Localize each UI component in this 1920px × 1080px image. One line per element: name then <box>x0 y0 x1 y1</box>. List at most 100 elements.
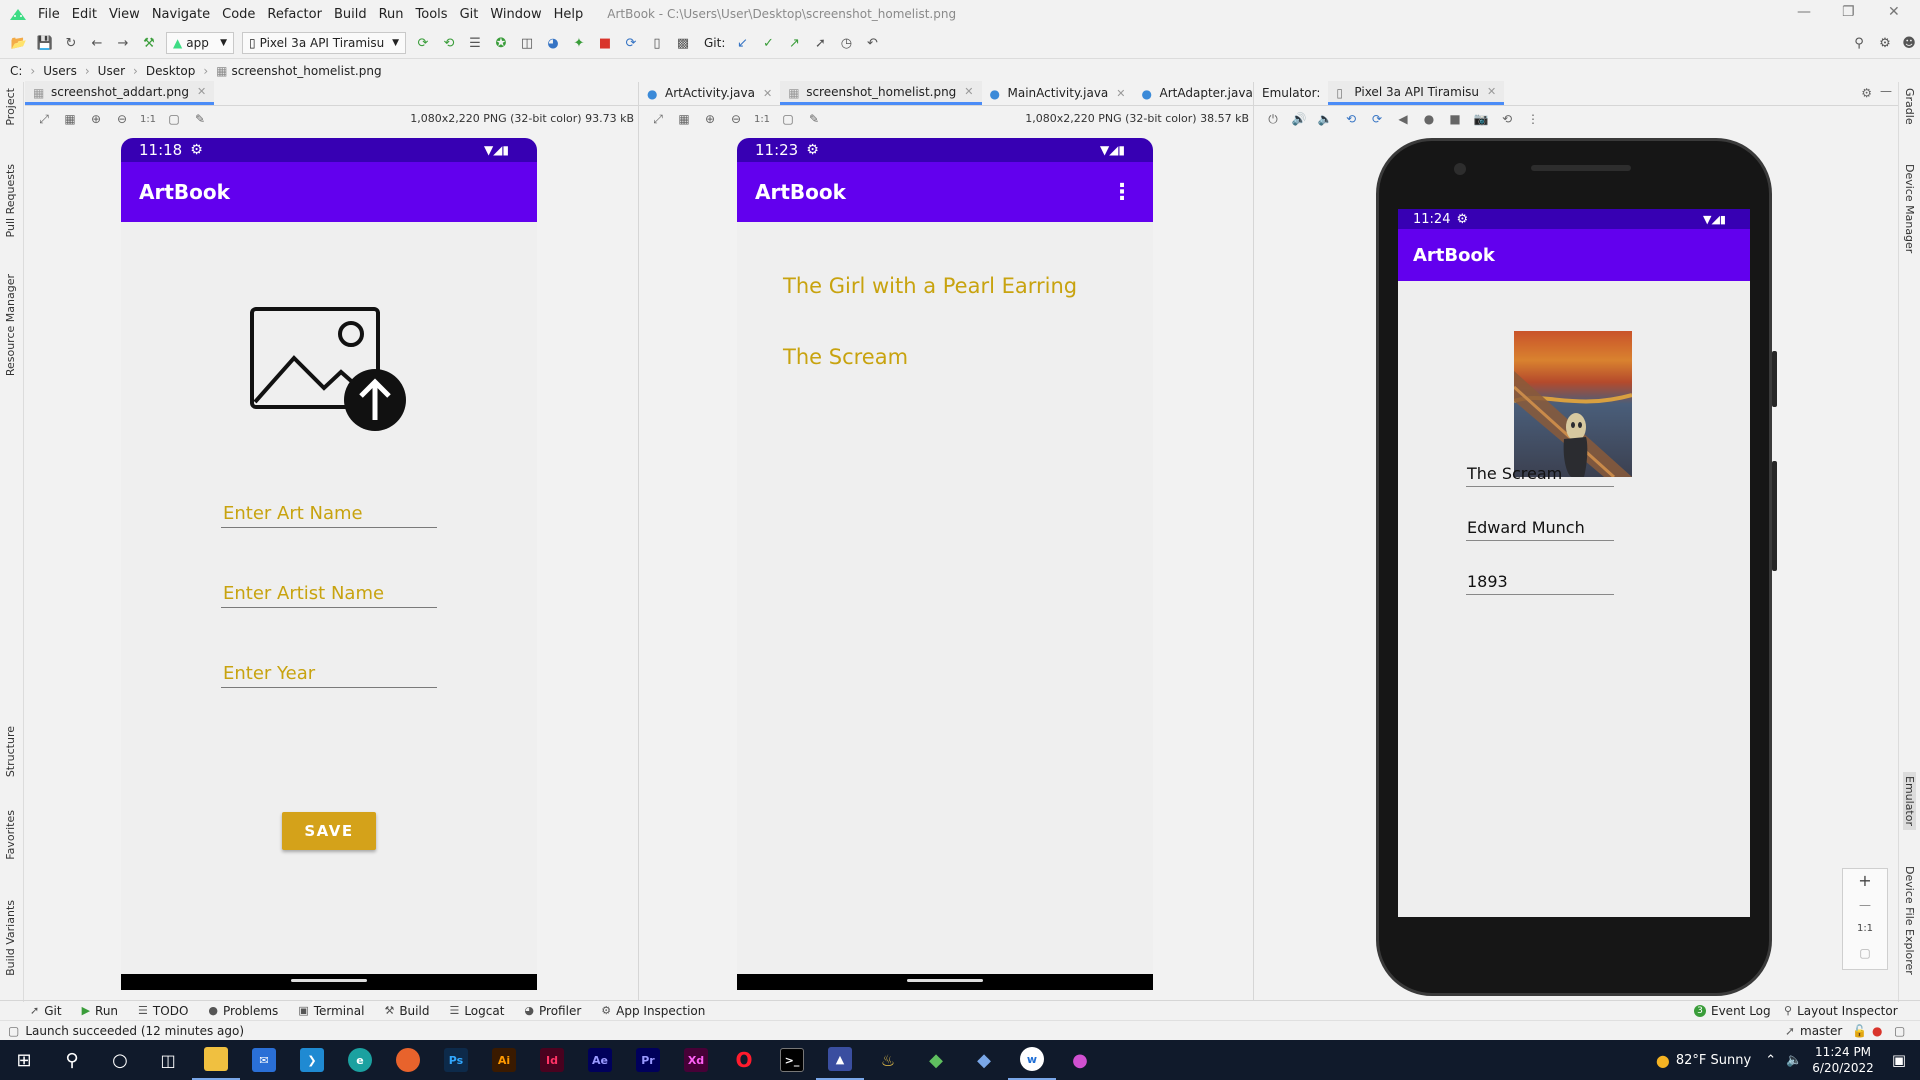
art-name-field[interactable]: Enter Art Name <box>221 496 437 528</box>
artist-name-field[interactable]: Enter Artist Name <box>221 576 437 608</box>
grid-icon[interactable]: ▦ <box>676 111 692 127</box>
taskbar-app-w[interactable]: w <box>1008 1040 1056 1080</box>
cortana-button[interactable]: ○ <box>96 1040 144 1080</box>
weather[interactable]: 82°F Sunny <box>1676 1053 1751 1068</box>
actual-size-icon[interactable]: 1:1 <box>754 111 770 127</box>
stripe-gradle[interactable]: Gradle <box>1903 88 1916 125</box>
status-message[interactable]: Launch succeeded (12 minutes ago) <box>25 1024 244 1038</box>
attach-debugger-icon[interactable]: ✦ <box>571 35 587 51</box>
fit-zoom-icon[interactable]: ⤢ <box>36 111 52 127</box>
taskbar-explorer[interactable] <box>192 1040 240 1080</box>
profile-icon[interactable]: ◕ <box>545 35 561 51</box>
lock-icon[interactable]: 🔓 <box>1852 1024 1867 1038</box>
zoom-out-button[interactable]: — <box>1843 893 1887 917</box>
taskbar-terminal[interactable]: >_ <box>768 1040 816 1080</box>
background-icon[interactable]: ▢ <box>780 111 796 127</box>
taskbar-android-studio[interactable]: ▲ <box>816 1040 864 1080</box>
overview-icon[interactable]: ■ <box>1447 111 1463 127</box>
actual-size-icon[interactable]: 1:1 <box>140 111 156 127</box>
close-tab-icon[interactable]: ✕ <box>1116 87 1125 100</box>
tool-todo[interactable]: ☰ TODO <box>138 1004 188 1018</box>
stripe-structure[interactable]: Structure <box>4 726 17 777</box>
minimize-icon[interactable]: — <box>1797 4 1811 20</box>
taskbar-vscode[interactable]: ❯ <box>288 1040 336 1080</box>
tab-screenshot-addart[interactable]: ▦ screenshot_addart.png ✕ <box>25 81 215 105</box>
tool-event-log[interactable]: 3 Event Log <box>1694 1004 1771 1018</box>
menu-code[interactable]: Code <box>222 7 255 22</box>
device-manager-icon[interactable]: ▯ <box>649 35 665 51</box>
menu-git[interactable]: Git <box>460 7 479 22</box>
search-icon[interactable]: ⚲ <box>1851 35 1867 51</box>
clock[interactable]: 11:24 PM 6/20/2022 <box>1812 1044 1874 1076</box>
zoom-in-button[interactable]: + <box>1843 869 1887 893</box>
taskbar-photoshop[interactable]: Ps <box>432 1040 480 1080</box>
memory-icon[interactable]: ▢ <box>1894 1024 1905 1038</box>
fit-zoom-icon[interactable]: ⤢ <box>650 111 666 127</box>
breadcrumb-user[interactable]: User <box>98 64 125 78</box>
settings-icon[interactable]: ⚙ <box>1861 86 1872 100</box>
close-icon[interactable]: ✕ <box>1888 4 1900 20</box>
rotate-left-icon[interactable]: ⟲ <box>1343 111 1359 127</box>
stripe-build-variants[interactable]: Build Variants <box>4 900 17 976</box>
menu-window[interactable]: Window <box>490 7 541 22</box>
tab-mainactivity[interactable]: ● MainActivity.java ✕ <box>982 81 1134 105</box>
forward-icon[interactable]: → <box>115 35 131 51</box>
menu-tools[interactable]: Tools <box>416 7 448 22</box>
tool-terminal[interactable]: ▣ Terminal <box>298 1004 364 1018</box>
menu-refactor[interactable]: Refactor <box>267 7 322 22</box>
apply-code-changes-icon[interactable]: ⟲ <box>441 35 457 51</box>
taskbar-firefox[interactable] <box>384 1040 432 1080</box>
close-tab-icon[interactable]: ✕ <box>964 85 973 98</box>
menu-run[interactable]: Run <box>379 7 404 22</box>
status-toggle-icon[interactable]: ▢ <box>8 1024 19 1038</box>
tool-app-inspection[interactable]: ⚙ App Inspection <box>601 1004 705 1018</box>
stripe-pull-requests[interactable]: Pull Requests <box>4 164 17 237</box>
close-tab-icon[interactable]: ✕ <box>197 85 206 98</box>
close-tab-icon[interactable]: ✕ <box>763 87 772 100</box>
stripe-favorites[interactable]: Favorites <box>4 810 17 860</box>
emulator-screen[interactable]: 11:24 ⚙ ▼◢▮ ArtBook The Scream Edward Mu… <box>1398 209 1750 917</box>
stripe-project[interactable]: Project <box>4 88 17 126</box>
gradle-sync-icon[interactable]: ⟳ <box>623 35 639 51</box>
volume-icon[interactable]: 🔈 <box>1786 1053 1802 1068</box>
taskbar-edge[interactable]: e <box>336 1040 384 1080</box>
grid-icon[interactable]: ▦ <box>62 111 78 127</box>
artist-name-field[interactable]: Edward Munch <box>1466 511 1614 541</box>
task-view-button[interactable]: ◫ <box>144 1040 192 1080</box>
zoom-out-icon[interactable]: ⊖ <box>114 111 130 127</box>
hide-icon[interactable]: — <box>1880 84 1892 98</box>
zoom-out-icon[interactable]: ⊖ <box>728 111 744 127</box>
volume-down-icon[interactable]: 🔈 <box>1317 111 1333 127</box>
tool-profiler[interactable]: ◕ Profiler <box>524 1004 581 1018</box>
taskbar-git-tool-2[interactable]: ◆ <box>960 1040 1008 1080</box>
taskbar-illustrator[interactable]: Ai <box>480 1040 528 1080</box>
taskbar-opera[interactable]: O <box>720 1040 768 1080</box>
list-item[interactable]: The Girl with a Pearl Earring <box>783 274 1077 298</box>
taskbar-drop-app[interactable]: ● <box>1056 1040 1104 1080</box>
stop-icon[interactable]: ■ <box>597 35 613 51</box>
git-push-icon[interactable]: ↗ <box>786 35 802 51</box>
tool-git[interactable]: ➚ Git <box>30 1004 62 1018</box>
actual-size-button[interactable]: 1:1 <box>1843 917 1887 941</box>
menu-view[interactable]: View <box>109 7 140 22</box>
year-field[interactable]: 1893 <box>1466 565 1614 595</box>
back-icon[interactable]: ◀ <box>1395 111 1411 127</box>
settings-icon[interactable]: ⚙ <box>1877 35 1893 51</box>
artwork-image[interactable] <box>1514 331 1632 477</box>
stripe-emulator[interactable]: Emulator <box>1903 772 1916 830</box>
snapshot-icon[interactable]: ⟲ <box>1499 111 1515 127</box>
taskbar-genie[interactable]: ♨ <box>864 1040 912 1080</box>
tool-layout-inspector[interactable]: ⚲ Layout Inspector <box>1784 1004 1898 1018</box>
breadcrumb-drive[interactable]: C: <box>10 64 22 78</box>
power-key[interactable] <box>1772 351 1777 407</box>
zoom-in-icon[interactable]: ⊕ <box>702 111 718 127</box>
tab-emulator-device[interactable]: ▯ Pixel 3a API Tiramisu ✕ <box>1328 81 1505 105</box>
coverage-icon[interactable]: ◫ <box>519 35 535 51</box>
rotate-right-icon[interactable]: ⟳ <box>1369 111 1385 127</box>
taskbar-git-tool[interactable]: ◆ <box>912 1040 960 1080</box>
tool-problems[interactable]: ● Problems <box>208 1004 278 1018</box>
list-item[interactable]: The Scream <box>783 345 908 369</box>
menu-build[interactable]: Build <box>334 7 367 22</box>
git-branch-icon[interactable]: ➚ <box>812 35 828 51</box>
taskbar-mail[interactable]: ✉ <box>240 1040 288 1080</box>
